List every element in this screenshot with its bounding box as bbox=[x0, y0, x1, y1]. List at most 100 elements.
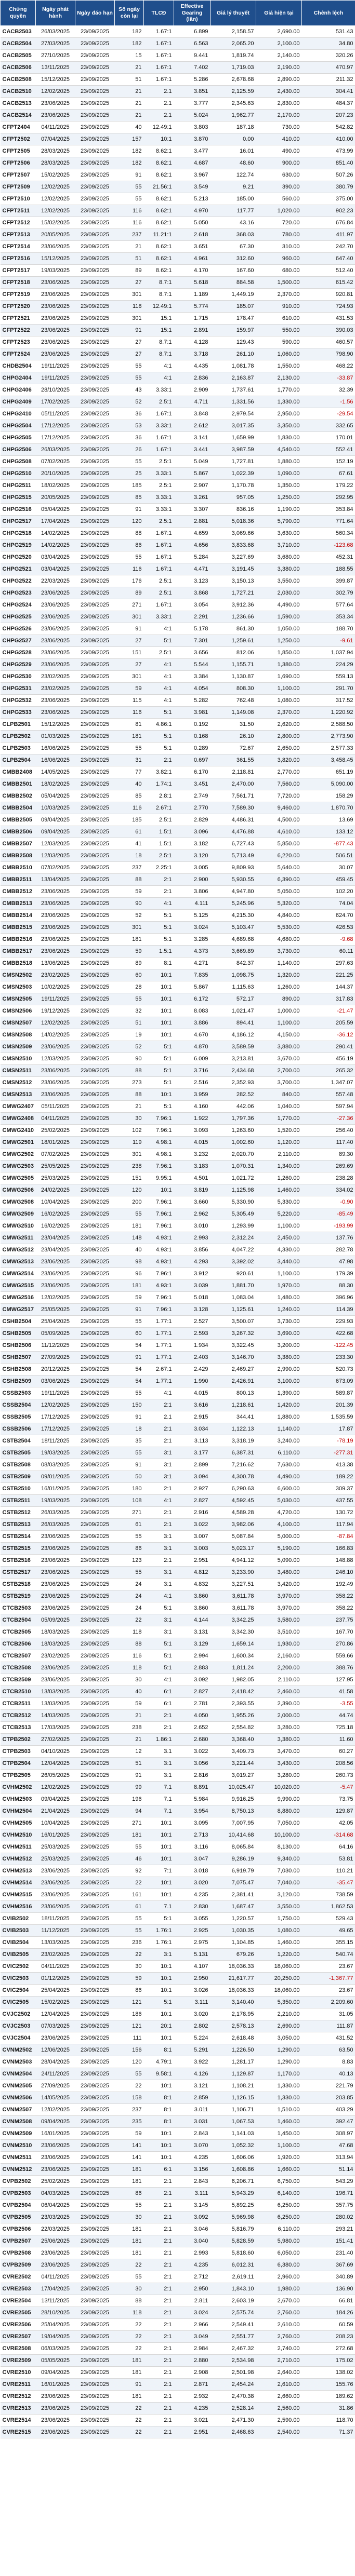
cell-maturity-date: 23/09/2025 bbox=[75, 2115, 115, 2128]
cell-difference: 1,220.92 bbox=[301, 706, 355, 719]
cell-maturity-date: 23/09/2025 bbox=[75, 1614, 115, 1626]
cell-warrant-code: CHPG2409 bbox=[0, 396, 36, 408]
cell-conversion-ratio: 8.62:1 bbox=[143, 240, 174, 253]
table-row: CLPB2503 16/06/2025 23/09/2025 55 5:1 0.289 72… bbox=[0, 742, 355, 754]
cell-days-remaining: 237 bbox=[114, 228, 144, 241]
cell-conversion-ratio: 7.96:1 bbox=[143, 1124, 174, 1137]
cell-theoretical-price: 1,126.15 bbox=[210, 2092, 256, 2104]
cell-warrant-code: CMSN2509 bbox=[0, 1041, 36, 1053]
cell-days-remaining: 182 bbox=[114, 145, 144, 157]
cell-effective-gearing: 3.092 bbox=[174, 2211, 211, 2223]
cell-current-price: 3,470.00 bbox=[256, 1745, 302, 1758]
cell-current-price: 3,880.00 bbox=[256, 1041, 302, 1053]
table-row: CSHB2504 25/04/2025 23/09/2025 55 1.77:1 2.52… bbox=[0, 1315, 355, 1328]
cell-days-remaining: 30 bbox=[114, 1960, 144, 1973]
cell-difference: 208.56 bbox=[301, 1757, 355, 1770]
cell-difference: 334.02 bbox=[301, 1184, 355, 1196]
cell-days-remaining: 85 bbox=[114, 790, 144, 802]
cell-effective-gearing: 2.950 bbox=[174, 2283, 211, 2295]
cell-maturity-date: 23/09/2025 bbox=[75, 515, 115, 528]
cell-theoretical-price: 2,469.27 bbox=[210, 1363, 256, 1375]
cell-current-price: 3,580.00 bbox=[256, 1614, 302, 1626]
cell-warrant-code: CVNM2502 bbox=[0, 2044, 36, 2056]
cell-warrant-code: CTCB2504 bbox=[0, 1614, 36, 1626]
cell-maturity-date: 23/09/2025 bbox=[75, 766, 115, 778]
cell-conversion-ratio: 8.7:1 bbox=[143, 336, 174, 348]
cell-theoretical-price: 1,129.87 bbox=[210, 2068, 256, 2080]
cell-days-remaining: 118 bbox=[114, 2307, 144, 2319]
cell-issue-date: 26/05/2025 bbox=[35, 1769, 75, 1782]
cell-warrant-code: CFPT2510 bbox=[0, 193, 36, 205]
cell-days-remaining: 18 bbox=[114, 849, 144, 862]
cell-issue-date: 18/11/2025 bbox=[35, 1912, 75, 1925]
cell-theoretical-price: 16.01 bbox=[210, 145, 256, 157]
cell-issue-date: 13/03/2025 bbox=[35, 1697, 75, 1710]
cell-theoretical-price: 2,551.77 bbox=[210, 2330, 256, 2343]
cell-theoretical-price: 7,589.30 bbox=[210, 802, 256, 814]
cell-theoretical-price: 3,213.81 bbox=[210, 1053, 256, 1065]
cell-days-remaining: 36 bbox=[114, 408, 144, 420]
cell-days-remaining: 24 bbox=[114, 1602, 144, 1614]
cell-theoretical-price: 185.00 bbox=[210, 193, 256, 205]
cell-theoretical-price: 9,916.25 bbox=[210, 1793, 256, 1805]
cell-difference: 529.43 bbox=[301, 1912, 355, 1925]
cell-effective-gearing: 3.018 bbox=[174, 1865, 211, 1877]
table-row: CHPG2410 05/11/2025 23/09/2025 36 1.67:1 3.84… bbox=[0, 408, 355, 420]
cell-issue-date: 19/11/2025 bbox=[35, 993, 75, 1005]
cell-maturity-date: 23/09/2025 bbox=[75, 778, 115, 790]
cell-effective-gearing: 2.975 bbox=[174, 1936, 211, 1949]
cell-theoretical-price: 2,426.91 bbox=[210, 1375, 256, 1387]
cell-theoretical-price: 48.60 bbox=[210, 157, 256, 169]
cell-maturity-date: 23/09/2025 bbox=[75, 2103, 115, 2116]
cell-theoretical-price: 9.21 bbox=[210, 181, 256, 193]
cell-conversion-ratio: 3:1 bbox=[143, 1757, 174, 1770]
cell-warrant-code: CVIC2504 bbox=[0, 1984, 36, 1997]
cell-conversion-ratio: 2.5:1 bbox=[143, 479, 174, 492]
cell-conversion-ratio: 2:1 bbox=[143, 1721, 174, 1734]
cell-theoretical-price: 2,020.70 bbox=[210, 1148, 256, 1161]
cell-difference: -123.68 bbox=[301, 539, 355, 551]
cell-current-price: 490.00 bbox=[256, 145, 302, 157]
table-row: CHPG2506 26/03/2025 23/09/2025 26 1.67:1 3.44… bbox=[0, 443, 355, 456]
cell-warrant-code: CFPT2520 bbox=[0, 300, 36, 313]
cell-effective-gearing: 2.403 bbox=[174, 1351, 211, 1364]
table-row: CSSB2504 12/02/2025 23/09/2025 150 2:1 3.616 1… bbox=[0, 1399, 355, 1411]
cell-effective-gearing: 3.123 bbox=[174, 575, 211, 587]
cell-warrant-code: CMWG2512 bbox=[0, 1244, 36, 1256]
table-row: CTCB2513 17/03/2025 23/09/2025 238 2:1 2.652 2… bbox=[0, 1721, 355, 1734]
cell-days-remaining: 40 bbox=[114, 1244, 144, 1256]
cell-current-price: 410.00 bbox=[256, 133, 302, 145]
cell-effective-gearing: 1.934 bbox=[174, 1339, 211, 1352]
cell-maturity-date: 23/09/2025 bbox=[75, 814, 115, 826]
cell-maturity-date: 23/09/2025 bbox=[75, 2414, 115, 2426]
cell-issue-date: 23/06/2025 bbox=[35, 1865, 75, 1877]
cell-issue-date: 23/02/2025 bbox=[35, 670, 75, 683]
cell-issue-date: 25/02/2025 bbox=[35, 1124, 75, 1137]
cell-effective-gearing: 3.129 bbox=[174, 1638, 211, 1650]
cell-maturity-date: 23/09/2025 bbox=[75, 730, 115, 743]
cell-current-price: 1,140.00 bbox=[256, 1423, 302, 1435]
cell-issue-date: 19/03/2025 bbox=[35, 1494, 75, 1507]
cell-current-price: 1,880.00 bbox=[256, 455, 302, 468]
cell-maturity-date: 23/09/2025 bbox=[75, 1650, 115, 1662]
cell-current-price: 550.00 bbox=[256, 324, 302, 336]
cell-current-price: 900.00 bbox=[256, 157, 302, 169]
cell-difference: 520.73 bbox=[301, 1363, 355, 1375]
cell-conversion-ratio: 2:1 bbox=[143, 2414, 174, 2426]
cell-warrant-code: CMWG2509 bbox=[0, 1208, 36, 1220]
cell-difference: 260.73 bbox=[301, 1769, 355, 1782]
cell-days-remaining: 55 bbox=[114, 1530, 144, 1543]
cell-effective-gearing: 4.812 bbox=[174, 1566, 211, 1579]
cell-conversion-ratio: 2.5:1 bbox=[143, 515, 174, 528]
cell-theoretical-price: 3,146.70 bbox=[210, 1351, 256, 1364]
cell-current-price: 2,610.00 bbox=[256, 2318, 302, 2331]
cell-difference: 411.97 bbox=[301, 228, 355, 241]
cell-current-price: 1,250.00 bbox=[256, 491, 302, 504]
cell-issue-date: 11/12/2025 bbox=[35, 1339, 75, 1352]
cell-warrant-code: CSSB2505 bbox=[0, 1411, 36, 1423]
cell-theoretical-price: 1,797.36 bbox=[210, 1112, 256, 1125]
cell-difference: 32.39 bbox=[301, 384, 355, 396]
cell-effective-gearing: 6.563 bbox=[174, 37, 211, 50]
cell-issue-date: 04/11/2025 bbox=[35, 2271, 75, 2283]
cell-maturity-date: 23/09/2025 bbox=[75, 2008, 115, 2020]
